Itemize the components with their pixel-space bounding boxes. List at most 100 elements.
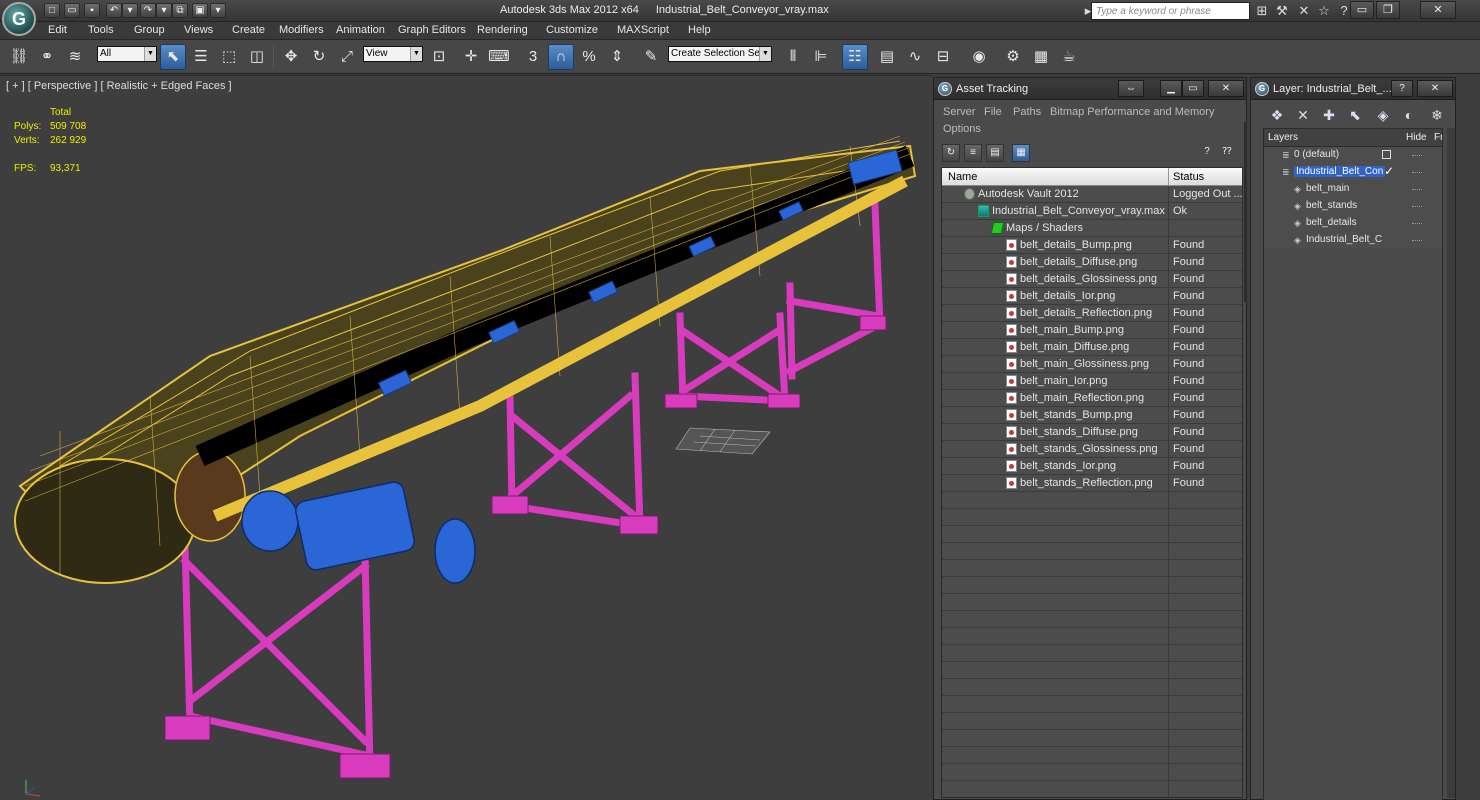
mirror-icon[interactable]: ⫴	[780, 44, 806, 70]
layer-row[interactable]: ◈ belt_details	[1264, 215, 1442, 232]
select-and-move-icon[interactable]: ✥	[278, 44, 304, 70]
refresh-icon[interactable]: ↻	[942, 144, 960, 162]
asset-tracking-titlebar[interactable]: G Asset Tracking ⇔ ▁ ▭ ✕	[934, 78, 1246, 100]
spinner-snap-icon[interactable]: ⇕	[604, 44, 630, 70]
asset-row[interactable]: belt_stands_Glossiness.png Found	[942, 441, 1242, 458]
window-crossing-icon[interactable]: ◫	[244, 44, 270, 70]
menu-rendering[interactable]: Rendering	[477, 24, 528, 36]
redo-dropdown-icon[interactable]: ▾	[156, 3, 172, 18]
create-layer-icon[interactable]: ❖	[1267, 106, 1287, 124]
snaps-toggle-icon[interactable]: 3	[520, 44, 546, 70]
menu-customize[interactable]: Customize	[546, 24, 598, 36]
align-icon[interactable]: ⊫	[808, 44, 834, 70]
layer-row[interactable]: ◈ belt_main	[1264, 181, 1442, 198]
project-folder-icon[interactable]: ▣	[192, 3, 208, 18]
context-help-icon[interactable]: ⁇	[1218, 144, 1236, 162]
keyboard-shortcut-override-icon[interactable]: ⌨	[486, 44, 512, 70]
layer-manager-icon[interactable]: ☷	[842, 44, 868, 70]
current-layer-check-icon[interactable]: ✓	[1384, 164, 1394, 178]
select-and-scale-icon[interactable]: ⤢	[334, 44, 360, 70]
menu-bitmap-performance[interactable]: Bitmap Performance and Memory	[1050, 106, 1214, 118]
column-status-header[interactable]: Status	[1173, 171, 1204, 183]
menu-views[interactable]: Views	[184, 24, 213, 36]
column-hide-header[interactable]: Hide	[1406, 132, 1427, 143]
asset-row[interactable]: belt_main_Glossiness.png Found	[942, 356, 1242, 373]
layer-help-button[interactable]: ?	[1391, 80, 1413, 97]
asset-row[interactable]: belt_main_Reflection.png Found	[942, 390, 1242, 407]
edit-named-selection-icon[interactable]: ✎	[638, 44, 664, 70]
redo-icon[interactable]: ↷	[140, 3, 156, 18]
material-editor-icon[interactable]: ◉	[966, 44, 992, 70]
open-file-icon[interactable]: ▭	[64, 3, 80, 18]
table-view-icon[interactable]: ▦	[1012, 144, 1030, 162]
asset-row[interactable]: Autodesk Vault 2012 Logged Out ...	[942, 186, 1242, 203]
layer-scrollbar[interactable]	[1447, 128, 1455, 798]
panel-maximize-button[interactable]: ▭	[1182, 80, 1204, 97]
asset-row[interactable]: Maps / Shaders	[942, 220, 1242, 237]
percent-snap-icon[interactable]: %	[576, 44, 602, 70]
layer-row[interactable]: ◈ belt_stands	[1264, 198, 1442, 215]
quick-access-dropdown-icon[interactable]: ▾	[210, 3, 226, 18]
bind-to-space-warp-icon[interactable]: ≋	[62, 44, 88, 70]
dock-toggle-icon[interactable]: ⇔	[1118, 80, 1144, 97]
panel-scrollbar[interactable]	[1244, 122, 1247, 302]
asset-row[interactable]: belt_main_Diffuse.png Found	[942, 339, 1242, 356]
column-layers-header[interactable]: Layers	[1268, 132, 1298, 143]
menu-animation[interactable]: Animation	[336, 24, 385, 36]
menu-maxscript[interactable]: MAXScript	[617, 24, 669, 36]
search-input[interactable]: Type a keyword or phrase	[1091, 2, 1250, 20]
selection-filter-dropdown[interactable]: All ▼	[97, 46, 157, 62]
layer-titlebar[interactable]: G Layer: Industrial_Belt_... ? ✕	[1251, 78, 1455, 100]
hide-toggle[interactable]	[1412, 223, 1422, 225]
asset-row[interactable]: Industrial_Belt_Conveyor_vray.max Ok	[942, 203, 1242, 220]
pivot-center-icon[interactable]: ⊡	[426, 44, 452, 70]
select-object-icon[interactable]: ⬉	[160, 44, 186, 70]
schematic-view-icon[interactable]: ⊟	[930, 44, 956, 70]
layer-close-button[interactable]: ✕	[1417, 80, 1453, 97]
favorites-star-icon[interactable]: ☆	[1316, 3, 1332, 19]
select-and-rotate-icon[interactable]: ↻	[306, 44, 332, 70]
select-and-manipulate-icon[interactable]: ✛	[458, 44, 484, 70]
highlight-layer-icon[interactable]: ◈	[1373, 106, 1393, 124]
new-file-icon[interactable]: □	[44, 3, 60, 18]
render-production-icon[interactable]: ☕	[1056, 44, 1082, 70]
menu-group[interactable]: Group	[134, 24, 165, 36]
subscription-icon[interactable]: ⚒	[1274, 3, 1290, 19]
hide-all-layers-icon[interactable]: ◐	[1399, 106, 1419, 124]
freeze-all-layers-icon[interactable]: ❄	[1427, 106, 1447, 124]
column-name-header[interactable]: Name	[948, 171, 977, 183]
hide-toggle[interactable]	[1412, 155, 1422, 157]
menu-edit[interactable]: Edit	[48, 24, 67, 36]
menu-create[interactable]: Create	[232, 24, 265, 36]
help-icon[interactable]: ?	[1198, 144, 1216, 162]
asset-row[interactable]: belt_stands_Bump.png Found	[942, 407, 1242, 424]
perspective-viewport[interactable]: [ + ] [ Perspective ] [ Realistic + Edge…	[0, 75, 932, 800]
hold-icon[interactable]: ⧉	[172, 3, 188, 18]
undo-dropdown-icon[interactable]: ▾	[122, 3, 138, 18]
asset-row[interactable]: belt_main_Ior.png Found	[942, 373, 1242, 390]
layer-row[interactable]: ≣ 0 (default)	[1264, 147, 1442, 164]
close-button[interactable]: ✕	[1420, 1, 1456, 19]
panel-minimize-button[interactable]: ▁	[1160, 80, 1182, 97]
binoculars-icon[interactable]: ⊞	[1254, 3, 1270, 19]
asset-row[interactable]: belt_details_Reflection.png Found	[942, 305, 1242, 322]
graphite-tools-icon[interactable]: ▤	[874, 44, 900, 70]
select-by-name-icon[interactable]: ☰	[188, 44, 214, 70]
hide-toggle[interactable]	[1412, 172, 1422, 174]
menu-tools[interactable]: Tools	[88, 24, 114, 36]
angle-snap-icon[interactable]: ∩	[548, 44, 574, 70]
rectangular-selection-icon[interactable]: ⬚	[216, 44, 242, 70]
minimize-button[interactable]: ▭	[1350, 1, 1374, 19]
list-view-icon[interactable]: ≡	[964, 144, 982, 162]
asset-row[interactable]: belt_main_Bump.png Found	[942, 322, 1242, 339]
thumbnail-view-icon[interactable]: ▤	[986, 144, 1004, 162]
menu-options[interactable]: Options	[943, 123, 981, 135]
menu-help[interactable]: Help	[688, 24, 711, 36]
menu-graph-editors[interactable]: Graph Editors	[398, 24, 466, 36]
menu-server[interactable]: Server	[943, 106, 975, 118]
hide-toggle[interactable]	[1412, 189, 1422, 191]
named-selection-dropdown[interactable]: Create Selection Se ▼	[668, 46, 772, 62]
delete-layer-icon[interactable]: ✕	[1293, 106, 1313, 124]
communication-center-icon[interactable]: ✕	[1296, 3, 1312, 19]
asset-row[interactable]: belt_stands_Reflection.png Found	[942, 475, 1242, 492]
